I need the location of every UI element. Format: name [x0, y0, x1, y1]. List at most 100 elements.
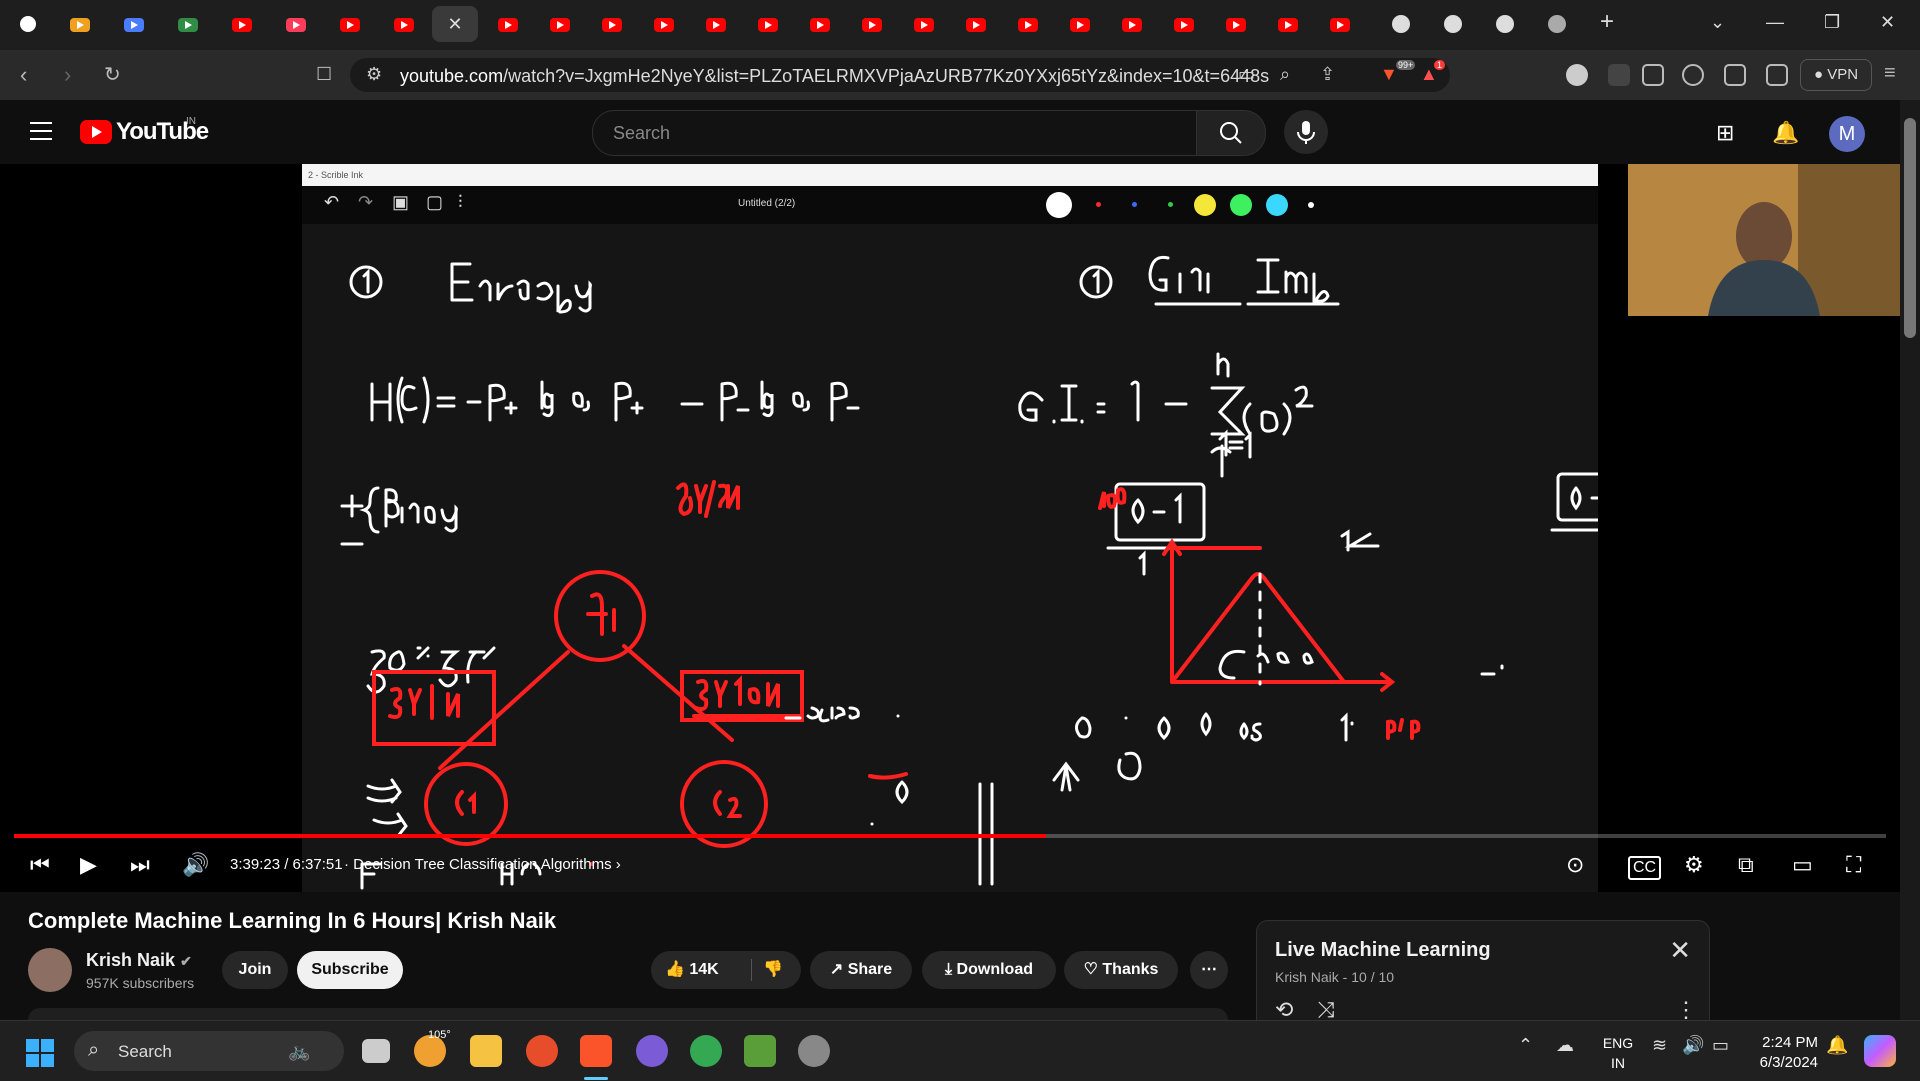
tab-youtube[interactable]	[380, 6, 426, 42]
fullscreen-icon[interactable]: ⛶	[1846, 852, 1861, 878]
settings-app-icon[interactable]	[798, 1035, 830, 1067]
dislike-button[interactable]: 👎	[763, 951, 783, 989]
play-icon[interactable]: ▶	[80, 852, 97, 878]
brave-browser-icon[interactable]	[580, 1035, 612, 1067]
tab-geeks[interactable]	[164, 6, 210, 42]
subscribe-button[interactable]: Subscribe	[297, 951, 403, 989]
join-button[interactable]: Join	[222, 951, 288, 989]
next-icon[interactable]: ⏭	[130, 852, 150, 878]
tab-active[interactable]: ✕	[432, 6, 478, 42]
tab-youtube[interactable]	[796, 6, 842, 42]
close-tab-icon[interactable]: ✕	[432, 6, 478, 42]
taskbar-search[interactable]: ⌕ Search 🚲	[74, 1031, 344, 1071]
search-button[interactable]	[1196, 110, 1266, 156]
page-scrollbar[interactable]	[1900, 100, 1920, 1020]
guide-menu-icon[interactable]	[30, 122, 52, 140]
tab-youtube[interactable]	[484, 6, 530, 42]
download-button[interactable]: ⤓ Download	[922, 951, 1056, 989]
office-icon[interactable]	[526, 1035, 558, 1067]
scrollbar-thumb[interactable]	[1904, 118, 1916, 338]
tab-youtube[interactable]	[692, 6, 738, 42]
cast-icon[interactable]: ▭	[1238, 64, 1255, 85]
system-clock[interactable]: 2:24 PM 6/3/2024	[1748, 1033, 1818, 1073]
tab-youtube[interactable]	[900, 6, 946, 42]
new-tab-icon[interactable]: +	[1600, 8, 1614, 36]
captions-icon[interactable]: CC	[1628, 856, 1662, 880]
tab-youtube[interactable]	[1056, 6, 1102, 42]
chapter-button[interactable]: · Decision Tree Classification Algorithm…	[344, 856, 621, 873]
tab-notes[interactable]	[56, 6, 102, 42]
extensions-puzzle-icon[interactable]	[1642, 64, 1664, 86]
more-actions-button[interactable]: ⋯	[1190, 951, 1228, 989]
tab-youtube[interactable]	[326, 6, 372, 42]
tab-music[interactable]	[272, 6, 318, 42]
language-indicator[interactable]: ENG IN	[1598, 1033, 1638, 1073]
battery-icon[interactable]: ▭	[1712, 1035, 1729, 1056]
thanks-button[interactable]: ♡ Thanks	[1064, 951, 1178, 989]
tab-youtube[interactable]	[1316, 6, 1362, 42]
previous-icon[interactable]: ⏮	[30, 852, 50, 878]
sidebar-icon[interactable]	[1724, 64, 1746, 86]
onedrive-icon[interactable]: ☁	[1556, 1035, 1574, 1056]
tab-youtube[interactable]	[588, 6, 634, 42]
search-input[interactable]	[611, 121, 1175, 145]
channel-name[interactable]: Krish Naik ✔	[86, 950, 192, 971]
miniplayer-icon[interactable]: ⧉	[1738, 852, 1754, 878]
url-field[interactable]: ⚙ youtube.com/watch?v=JxgmHe2NyeY&list=P…	[350, 58, 1450, 92]
brave-shield-icon[interactable]: ▼	[1380, 64, 1398, 85]
bookmark-icon[interactable]: ☐	[316, 64, 332, 85]
task-view-icon[interactable]	[362, 1039, 390, 1063]
video-player[interactable]: 2 - Scrible Ink ↶ ↷ ▣ ▢ ⫶ Untitled (2/2)	[0, 164, 1900, 892]
notifications-bell-icon[interactable]: 🔔	[1772, 120, 1799, 146]
create-video-icon[interactable]: ⊞	[1716, 120, 1734, 146]
tab-youtube[interactable]	[1004, 6, 1050, 42]
youtube-logo-icon[interactable]	[80, 120, 112, 144]
share-button[interactable]: ↗ Share	[810, 951, 912, 989]
channel-avatar[interactable]	[28, 948, 72, 992]
tab-youtube[interactable]	[536, 6, 582, 42]
tab-github[interactable]	[1482, 6, 1528, 42]
tab-globe[interactable]	[1534, 6, 1580, 42]
account-avatar[interactable]: M	[1829, 116, 1865, 152]
tab-youtube[interactable]	[218, 6, 264, 42]
like-button[interactable]: 👍 14K	[665, 951, 719, 989]
extension-avatar-icon[interactable]	[1566, 64, 1588, 86]
playlist-title[interactable]: Live Machine Learning	[1275, 939, 1491, 962]
tab-chatgpt[interactable]	[6, 6, 52, 42]
site-settings-icon[interactable]: ⚙	[366, 64, 382, 85]
tab-youtube[interactable]	[1160, 6, 1206, 42]
theater-mode-icon[interactable]: ▭	[1792, 852, 1813, 878]
tab-gemini[interactable]	[110, 6, 156, 42]
reload-icon[interactable]: ↻	[104, 62, 121, 87]
extension-icon[interactable]	[1608, 64, 1630, 86]
tab-youtube[interactable]	[952, 6, 998, 42]
tab-youtube[interactable]	[1108, 6, 1154, 42]
tab-youtube[interactable]	[1212, 6, 1258, 42]
wifi-icon[interactable]: ≋	[1652, 1035, 1667, 1056]
volume-icon[interactable]: 🔊	[182, 852, 209, 878]
obsidian-icon[interactable]	[636, 1035, 668, 1067]
progress-bar[interactable]	[14, 834, 1886, 838]
tab-search-chevron-icon[interactable]: ⌄	[1710, 12, 1725, 33]
chrome-icon[interactable]	[690, 1035, 722, 1067]
settings-gear-icon[interactable]: ⚙	[1684, 852, 1704, 878]
minimize-icon[interactable]: —	[1766, 12, 1784, 33]
tab-youtube[interactable]	[1264, 6, 1310, 42]
forward-icon[interactable]: ›	[64, 62, 71, 88]
vpn-button[interactable]: ● VPN	[1800, 59, 1872, 91]
tab-github[interactable]	[1430, 6, 1476, 42]
file-explorer-icon[interactable]	[470, 1035, 502, 1067]
notification-bell-icon[interactable]: 🔔	[1826, 1035, 1848, 1056]
share-page-icon[interactable]: ⇪	[1320, 64, 1335, 85]
tab-youtube[interactable]	[640, 6, 686, 42]
media-controls-icon[interactable]	[1682, 64, 1704, 86]
autoplay-toggle-icon[interactable]: ⊙	[1566, 852, 1584, 878]
tab-github[interactable]	[1378, 6, 1424, 42]
restore-icon[interactable]: ❐	[1824, 12, 1840, 33]
windows-start-icon[interactable]	[26, 1039, 54, 1067]
search-box[interactable]	[592, 110, 1200, 156]
menu-icon[interactable]: ≡	[1884, 62, 1896, 85]
zoom-icon[interactable]: ⌕	[1280, 64, 1290, 85]
tab-youtube[interactable]	[744, 6, 790, 42]
back-icon[interactable]: ‹	[20, 62, 27, 88]
